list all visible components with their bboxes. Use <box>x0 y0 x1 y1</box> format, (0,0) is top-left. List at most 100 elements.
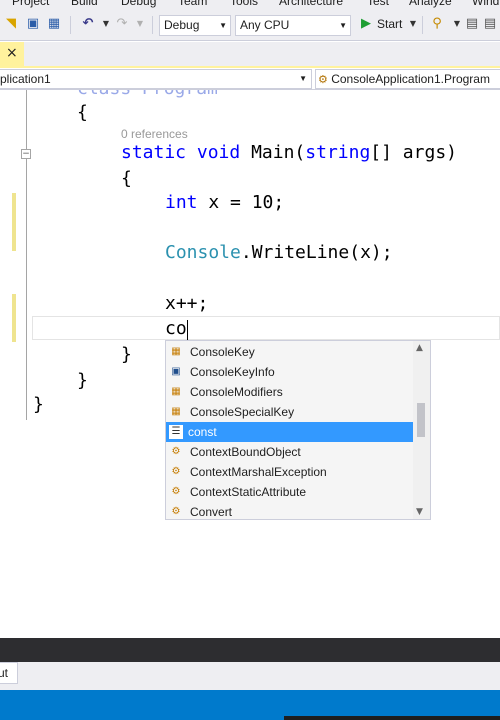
configuration-value: Debug <box>164 18 200 32</box>
code-line-class: class Program <box>77 90 218 99</box>
redo-icon[interactable]: ↷ <box>114 16 130 32</box>
completion-item-label: ContextStaticAttribute <box>190 485 307 499</box>
chevron-down-icon: ▼ <box>339 21 347 30</box>
start-button[interactable]: Start <box>377 17 402 31</box>
completion-item[interactable]: ▦ ConsoleKey <box>166 342 413 362</box>
redo-dropdown-icon[interactable]: ▼ <box>132 16 148 32</box>
layout-icon[interactable]: ▤ <box>464 16 480 32</box>
change-indicator <box>12 294 16 342</box>
completion-item-label: ConsoleModifiers <box>190 385 283 399</box>
menu-team[interactable]: Team <box>178 0 207 8</box>
code-line-brace: } <box>33 394 44 415</box>
text-caret <box>187 320 188 340</box>
undo-icon[interactable]: ↶ <box>80 16 96 32</box>
completion-scrollbar[interactable]: ▲ ▼ <box>413 341 430 519</box>
code-line-brace: } <box>121 344 132 365</box>
close-icon[interactable]: × <box>6 45 18 61</box>
code-line-increment: x++; <box>165 293 209 314</box>
completion-item[interactable]: ⚙ ContextMarshalException <box>166 462 413 482</box>
completion-item-label: ContextMarshalException <box>190 465 327 479</box>
platform-value: Any CPU <box>240 18 290 32</box>
intellisense-completion-list[interactable]: ▦ ConsoleKey ▣ ConsoleKeyInfo ▦ ConsoleM… <box>165 340 431 520</box>
open-icon[interactable]: ◥ <box>3 16 19 32</box>
menu-test[interactable]: Test <box>367 0 389 8</box>
toolbar-separator <box>422 16 423 34</box>
keyword: int <box>165 192 198 213</box>
menu-window[interactable]: Wind <box>472 0 499 8</box>
start-dropdown-icon[interactable]: ▼ <box>405 16 421 32</box>
code-line-brace: } <box>77 370 88 391</box>
code-line-brace: { <box>121 168 132 189</box>
class-combo[interactable]: ⚙ ConsoleApplication1.Program <box>315 69 500 89</box>
platform-combo[interactable]: Any CPU ▼ <box>235 15 351 36</box>
undo-dropdown-icon[interactable]: ▼ <box>98 16 114 32</box>
statement: .WriteLine(x); <box>240 242 393 263</box>
status-bar <box>0 690 500 720</box>
outline-guide <box>26 160 27 416</box>
layout-icon-2[interactable]: ▤ <box>482 16 498 32</box>
menu-debug[interactable]: Debug <box>121 0 156 8</box>
scroll-thumb[interactable] <box>417 403 425 437</box>
project-combo[interactable]: plication1 ▼ <box>0 69 312 89</box>
code-line-typing: co <box>165 318 187 339</box>
menu-build[interactable]: Build <box>71 0 98 8</box>
active-document-tab[interactable]: × <box>0 42 24 68</box>
toolbar-overflow-icon[interactable]: ▼ <box>449 16 465 32</box>
class-icon: ⚙ <box>318 74 328 86</box>
navigation-bar: plication1 ▼ ⚙ ConsoleApplication1.Progr… <box>0 68 500 90</box>
tool-window-header <box>0 638 500 662</box>
struct-icon: ▣ <box>171 366 181 377</box>
completion-item-label: ConsoleKey <box>190 345 255 359</box>
completion-item[interactable]: ▣ ConsoleKeyInfo <box>166 362 413 382</box>
menu-bar: Project Build Debug Team Tools Architect… <box>0 0 500 9</box>
type-name: Console <box>165 242 241 263</box>
enum-icon: ▦ <box>171 406 181 417</box>
class-icon: ⚙ <box>171 506 181 517</box>
class-icon: ⚙ <box>171 486 181 497</box>
chevron-down-icon: ▼ <box>219 21 227 30</box>
visual-studio-window: Project Build Debug Team Tools Architect… <box>0 0 500 720</box>
code-line-brace: { <box>77 102 88 123</box>
menu-analyze[interactable]: Analyze <box>409 0 452 8</box>
toolbar-separator <box>152 16 153 34</box>
completion-item[interactable]: ⚙ ContextBoundObject <box>166 442 413 462</box>
class-icon: ⚙ <box>171 466 181 477</box>
completion-item[interactable]: ▦ ConsoleModifiers <box>166 382 413 402</box>
menu-architecture[interactable]: Architecture <box>279 0 343 8</box>
toolbar: ◥ ▣ ▦ ↶ ▼ ↷ ▼ Debug ▼ Any CPU ▼ ▶ Start … <box>0 9 500 41</box>
completion-item[interactable]: ⚙ Convert <box>166 502 413 522</box>
menu-project[interactable]: Project <box>12 0 49 8</box>
code-line-console: Console.WriteLine(x); <box>165 242 393 263</box>
document-tab-strip: × <box>0 42 500 68</box>
configuration-combo[interactable]: Debug ▼ <box>159 15 231 36</box>
completion-item[interactable]: ▦ ConsoleSpecialKey <box>166 402 413 422</box>
enum-icon: ▦ <box>171 346 181 357</box>
project-combo-value: plication1 <box>0 72 51 86</box>
scroll-up-icon[interactable]: ▲ <box>416 343 423 353</box>
menu-tools[interactable]: Tools <box>230 0 258 8</box>
collapse-icon[interactable]: − <box>21 149 31 159</box>
save-icon[interactable]: ▣ <box>25 16 41 32</box>
save-all-icon[interactable]: ▦ <box>46 16 62 32</box>
keyword: class Program <box>77 90 218 99</box>
keyword: string <box>305 142 371 163</box>
class-combo-value: ConsoleApplication1.Program <box>331 72 490 86</box>
toolbar-separator <box>70 16 71 34</box>
status-bar-edge <box>284 716 500 720</box>
code-line-main: static void Main(string[] args) <box>121 142 457 163</box>
find-icon[interactable]: ⚲ <box>429 16 445 32</box>
change-indicator <box>12 193 16 251</box>
completion-item-label: const <box>188 425 217 439</box>
method-name: Main( <box>240 142 306 163</box>
codelens-references[interactable]: 0 references <box>121 127 188 141</box>
statement: x = 10; <box>197 192 285 213</box>
snippet-icon: ☰ <box>169 425 183 439</box>
keyword: static <box>121 142 187 163</box>
code-line-int: int x = 10; <box>165 192 284 213</box>
start-icon[interactable]: ▶ <box>358 16 374 32</box>
completion-item-selected[interactable]: ☰ const <box>166 422 413 442</box>
scroll-down-icon[interactable]: ▼ <box>416 507 423 517</box>
completion-item[interactable]: ⚙ ContextStaticAttribute <box>166 482 413 502</box>
tool-window-tabs: ut <box>0 662 500 690</box>
output-tab[interactable]: ut <box>0 662 18 684</box>
